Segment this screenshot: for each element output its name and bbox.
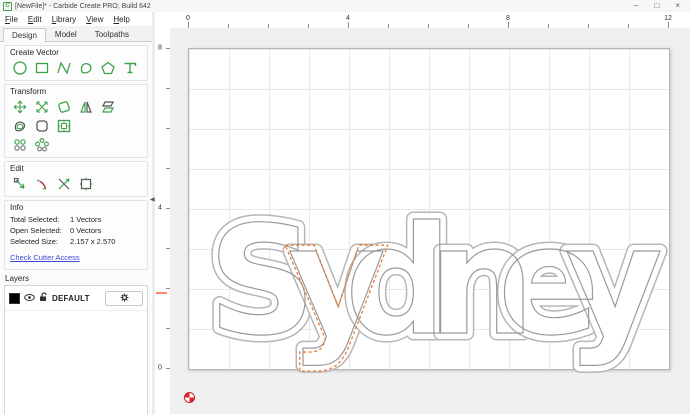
skew-icon[interactable] — [98, 98, 117, 115]
mirror-icon[interactable] — [76, 98, 95, 115]
node-edit-icon[interactable] — [10, 175, 29, 192]
ruler-cursor-marker — [156, 292, 167, 294]
info-value: 0 Vectors — [70, 226, 102, 235]
ruler-left-label: 0 — [158, 364, 162, 372]
transform-section: Transform — [4, 84, 148, 158]
collapse-panel-icon[interactable]: ◀ — [150, 196, 155, 203]
linear-array-icon[interactable] — [10, 136, 29, 153]
origin-marker-icon — [184, 392, 195, 403]
layer-color-swatch[interactable] — [9, 292, 20, 304]
menu-bar: File Edit Library View Help — [0, 12, 152, 26]
info-title: Info — [10, 203, 24, 212]
circle-tool-icon[interactable] — [10, 59, 29, 76]
rectangle-tool-icon[interactable] — [32, 59, 51, 76]
menu-edit[interactable]: Edit — [28, 15, 42, 24]
polygon-tool-icon[interactable] — [98, 59, 117, 76]
create-vector-section: Create Vector — [4, 45, 148, 81]
curve-tool-icon[interactable] — [76, 59, 95, 76]
maximize-button[interactable]: □ — [654, 1, 659, 11]
tab-bar: Design Model Toolpaths — [0, 26, 152, 42]
minimize-button[interactable]: – — [634, 1, 638, 11]
check-cutter-access-link[interactable]: Check Cutter Access — [10, 253, 80, 262]
ruler-top-label: 4 — [346, 15, 350, 22]
layers-section: Layers DEFAULT — [4, 274, 148, 414]
info-label: Total Selected: — [10, 215, 60, 224]
app-window: C [NewFile]* - Carbide Create PRO; Build… — [0, 0, 690, 414]
ruler-top-label: 8 — [506, 15, 510, 22]
fillet-icon[interactable] — [32, 117, 51, 134]
canvas-area: 0 4 8 12 8 4 0 SSyyddnneeyySydneyy — [155, 12, 690, 414]
circular-array-icon[interactable] — [32, 136, 51, 153]
layer-unlock-icon[interactable] — [39, 289, 48, 307]
layer-name: DEFAULT — [52, 293, 90, 303]
info-total-selected: Total Selected: 1 Vectors — [10, 214, 142, 225]
svg-text:y: y — [565, 195, 663, 369]
close-button[interactable]: × — [675, 1, 680, 11]
offset-icon[interactable] — [10, 117, 29, 134]
menu-library[interactable]: Library — [52, 15, 76, 24]
text-tool-icon[interactable] — [120, 59, 139, 76]
tab-design[interactable]: Design — [3, 28, 46, 42]
layers-title: Layers — [5, 274, 30, 283]
join-vectors-icon[interactable] — [54, 175, 73, 192]
ruler-left-label: 4 — [158, 204, 162, 212]
ruler-top: 0 4 8 12 — [170, 12, 690, 29]
info-open-selected: Open Selected: 0 Vectors — [10, 225, 142, 236]
ruler-top-label: 0 — [186, 15, 190, 22]
create-vector-title: Create Vector — [10, 48, 59, 57]
layer-row[interactable]: DEFAULT — [5, 286, 147, 311]
info-selected-size: Selected Size: 2.157 x 2.570 — [10, 236, 142, 247]
info-label: Open Selected: — [10, 226, 62, 235]
design-viewport[interactable]: SSyyddnneeyySydneyy — [170, 28, 690, 414]
layer-settings-button[interactable] — [105, 289, 143, 307]
gear-icon — [120, 289, 129, 307]
left-panel: File Edit Library View Help Design Model… — [0, 12, 152, 414]
vector-art[interactable]: SSyyddnneeyySydneyy — [170, 28, 690, 414]
layer-visibility-eye-icon[interactable] — [24, 289, 35, 307]
window-title: [NewFile]* - Carbide Create PRO; Build 6… — [15, 2, 151, 10]
info-label: Selected Size: — [10, 237, 58, 246]
menu-view[interactable]: View — [86, 15, 103, 24]
menu-help[interactable]: Help — [113, 15, 129, 24]
edit-section: Edit — [4, 161, 148, 197]
info-value: 2.157 x 2.570 — [70, 237, 116, 246]
svg-text:y: y — [283, 182, 391, 374]
app-icon: C — [3, 1, 12, 11]
layer-list: DEFAULT — [4, 285, 148, 414]
menu-file[interactable]: File — [5, 15, 18, 24]
ruler-top-label: 12 — [664, 15, 672, 22]
polyline-tool-icon[interactable] — [54, 59, 73, 76]
info-value: 1 Vectors — [70, 215, 102, 224]
scale-icon[interactable] — [32, 98, 51, 115]
align-icon[interactable] — [54, 117, 73, 134]
rotate-icon[interactable] — [54, 98, 73, 115]
tab-toolpaths[interactable]: Toolpaths — [86, 27, 138, 41]
transform-title: Transform — [10, 87, 47, 96]
info-section: Info Total Selected: 1 Vectors Open Sele… — [4, 200, 148, 270]
ruler-left: 8 4 0 — [155, 28, 171, 414]
ruler-left-label: 8 — [158, 44, 162, 52]
trim-vectors-icon[interactable] — [32, 175, 51, 192]
boolean-icon[interactable] — [76, 175, 95, 192]
tab-model[interactable]: Model — [46, 27, 86, 41]
move-icon[interactable] — [10, 98, 29, 115]
edit-title: Edit — [10, 164, 24, 173]
